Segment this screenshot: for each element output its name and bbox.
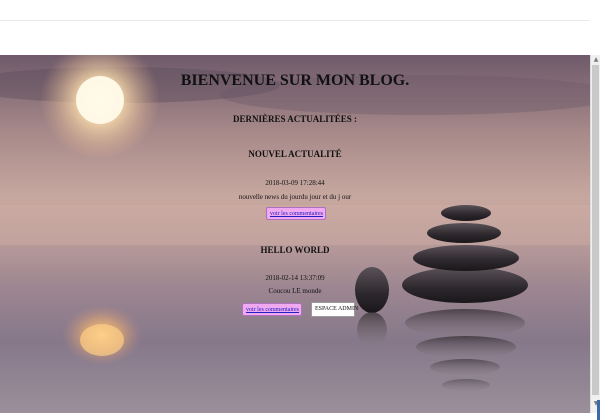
- post-title: HELLO WORLD: [260, 245, 330, 255]
- post-body: nouvelle news du jourdu jour et du j our: [238, 193, 352, 201]
- post-date: 2018-03-09 17:28:44: [265, 179, 325, 187]
- section-heading: DERNIÈRES ACTUALITÉES :: [232, 114, 358, 124]
- zen-stones-sunset-image: [0, 55, 590, 391]
- post-body: Coucou LE monde: [268, 287, 322, 295]
- page-title: BIENVENUE SUR MON BLOG.: [180, 72, 410, 89]
- browser-top-area: [0, 0, 600, 55]
- scrollbar-thumb[interactable]: [592, 65, 599, 395]
- post-title: NOUVEL ACTUALITÉ: [248, 149, 342, 159]
- background-image: [0, 55, 590, 413]
- vertical-scrollbar[interactable]: ▲ ▼: [590, 55, 600, 420]
- view-comments-button[interactable]: voir les commentaires: [242, 303, 302, 316]
- scroll-up-icon[interactable]: ▲: [592, 56, 600, 64]
- view-comments-button[interactable]: voir les commentaires: [266, 207, 326, 220]
- bottom-strip: [0, 413, 600, 420]
- post-date: 2018-02-14 13:37:09: [265, 274, 325, 282]
- divider: [0, 20, 590, 21]
- admin-space-button[interactable]: ESPACE ADMIN: [311, 302, 358, 317]
